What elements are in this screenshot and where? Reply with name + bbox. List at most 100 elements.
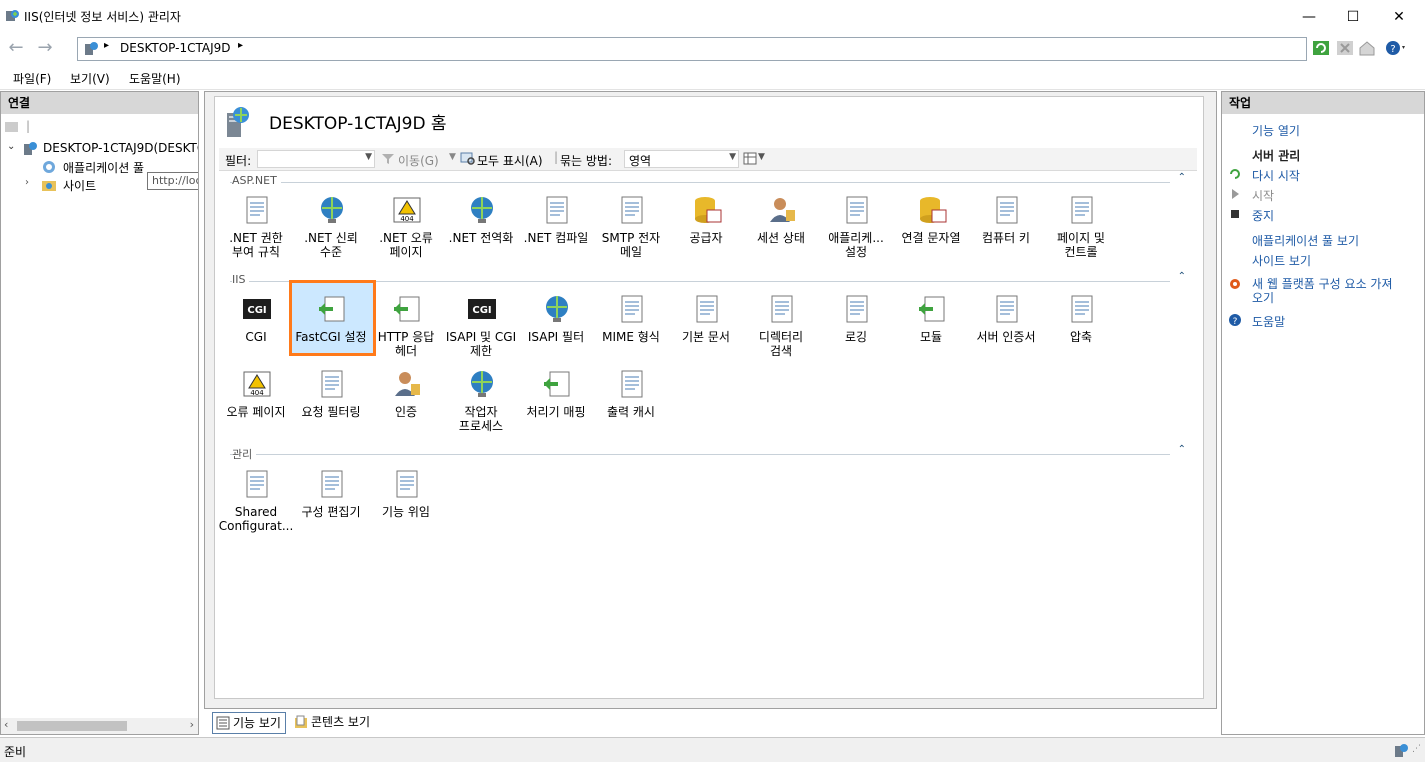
action-get-platform-line2[interactable]: 오기 — [1252, 289, 1274, 306]
chevron-down-icon[interactable]: ▼ — [729, 152, 736, 162]
feature-label: SMTP 전자 메일 — [590, 231, 672, 259]
action-open-feature[interactable]: 기능 열기 — [1252, 122, 1300, 139]
feature-tile[interactable]: FastCGI 설정 — [294, 289, 368, 361]
help-icon[interactable]: ? — [1385, 40, 1407, 56]
tab-content-view[interactable]: 콘텐츠 보기 — [291, 712, 370, 732]
tab-features-view[interactable]: 기능 보기 — [212, 712, 286, 734]
feature-label-line2: 프로세스 — [458, 419, 504, 433]
horizontal-scrollbar[interactable]: ‹ › — [1, 718, 198, 734]
feature-label-line2: 수준 — [319, 245, 343, 259]
go-dropdown-icon[interactable]: ▼ — [449, 152, 456, 162]
action-restart[interactable]: 다시 시작 — [1252, 167, 1300, 184]
feature-label-line1: 연결 문자열 — [901, 231, 961, 245]
group-by-value: 영역 — [629, 154, 652, 168]
breadcrumb-server[interactable]: DESKTOP-1CTAJ9D — [120, 41, 231, 55]
action-help[interactable]: 도움말 — [1252, 313, 1285, 330]
view-mode-icon[interactable] — [743, 152, 757, 165]
menu-file[interactable]: 파일(F) — [13, 70, 51, 87]
collapse-caret-icon[interactable]: ⌃ — [1178, 172, 1186, 183]
feature-tile[interactable]: .NET 전역화 — [444, 190, 518, 262]
feature-tile[interactable]: MIME 형식 — [594, 289, 668, 361]
stop-icon[interactable] — [1336, 40, 1354, 56]
feature-icon — [621, 196, 643, 224]
feature-label-line1: 오류 페이지 — [226, 405, 286, 419]
feature-label-line2: 검색 — [769, 344, 793, 358]
view-mode-dropdown-icon[interactable]: ▼ — [758, 152, 765, 162]
tree-collapse-icon[interactable]: ⌄ — [7, 141, 15, 152]
menu-help[interactable]: 도움말(H) — [129, 70, 181, 87]
tooltip: http://localhost — [147, 172, 198, 190]
feature-label-line1: CGI — [245, 330, 267, 344]
feature-tile[interactable]: 처리기 매핑 — [519, 364, 593, 436]
maximize-button[interactable]: ☐ — [1330, 0, 1376, 34]
feature-tile[interactable]: 모듈 — [894, 289, 968, 361]
tree-sites[interactable]: 사이트 — [63, 177, 96, 194]
feature-label: 출력 캐시 — [590, 405, 672, 419]
scrollbar-thumb[interactable] — [17, 721, 127, 731]
refresh-icon[interactable] — [1312, 40, 1330, 56]
feature-tile[interactable]: 페이지 및 컨트롤 — [1044, 190, 1118, 262]
home-icon[interactable] — [1358, 40, 1376, 56]
action-stop[interactable]: 중지 — [1252, 207, 1274, 224]
group-aspnet-label: ASP.NET — [232, 174, 281, 187]
close-button[interactable]: ✕ — [1376, 0, 1422, 34]
minimize-button[interactable]: — — [1286, 0, 1332, 34]
feature-tile[interactable]: 압축 — [1044, 289, 1118, 361]
feature-tile[interactable]: 요청 필터링 — [294, 364, 368, 436]
feature-tile[interactable]: 기본 문서 — [669, 289, 743, 361]
feature-label-line1: 작업자 — [464, 405, 498, 419]
tree-expand-icon[interactable]: › — [25, 177, 29, 188]
tree-app-pools[interactable]: 애플리케이션 풀 — [63, 159, 144, 176]
feature-icon — [695, 197, 722, 223]
feature-tile[interactable]: 출력 캐시 — [594, 364, 668, 436]
chevron-down-icon[interactable]: ▼ — [365, 152, 372, 162]
collapse-caret-icon[interactable]: ⌃ — [1178, 271, 1186, 282]
feature-tile[interactable]: 컴퓨터 키 — [969, 190, 1043, 262]
group-by-select[interactable]: 영역 ▼ — [624, 150, 739, 168]
action-view-app-pools[interactable]: 애플리케이션 풀 보기 — [1252, 232, 1359, 249]
feature-tile[interactable]: 작업자 프로세스 — [444, 364, 518, 436]
feature-tile[interactable]: Shared Configurat... — [219, 464, 293, 536]
feature-tile[interactable]: 디렉터리 검색 — [744, 289, 818, 361]
feature-tile[interactable]: CGI ISAPI 및 CGI 제한 — [444, 289, 518, 361]
filter-input[interactable]: ▼ — [257, 150, 375, 168]
feature-tile[interactable]: SMTP 전자 메일 — [594, 190, 668, 262]
breadcrumb-separator-end[interactable]: ▸ — [238, 40, 243, 51]
feature-icon — [996, 196, 1018, 224]
feature-tile[interactable]: 연결 문자열 — [894, 190, 968, 262]
menu-view[interactable]: 보기(V) — [70, 70, 110, 87]
status-bar: 준비 ⋰ — [0, 737, 1425, 762]
feature-tile[interactable]: .NET 컴파일 — [519, 190, 593, 262]
feature-tile[interactable]: .NET 권한 부여 규칙 — [219, 190, 293, 262]
feature-tile[interactable]: 애플리케... 설정 — [819, 190, 893, 262]
tab-features-label: 기능 보기 — [233, 716, 281, 730]
feature-tile[interactable]: 404 오류 페이지 — [219, 364, 293, 436]
feature-tile[interactable]: 세션 상태 — [744, 190, 818, 262]
features-view-icon — [216, 716, 230, 730]
feature-tile[interactable]: CGI CGI — [219, 289, 293, 361]
collapse-caret-icon[interactable]: ⌃ — [1178, 444, 1186, 455]
feature-label-line1: 디렉터리 — [758, 330, 804, 344]
go-button[interactable]: 이동(G) — [398, 152, 439, 169]
forward-arrow-icon[interactable]: → — [33, 38, 57, 60]
feature-tile[interactable]: 서버 인증서 — [969, 289, 1043, 361]
feature-tile[interactable]: 기능 위임 — [369, 464, 443, 536]
feature-tile[interactable]: 로깅 — [819, 289, 893, 361]
back-arrow-icon[interactable]: ← — [4, 38, 28, 60]
feature-tile[interactable]: ISAPI 필터 — [519, 289, 593, 361]
scroll-right-icon[interactable]: › — [190, 718, 194, 731]
feature-tile[interactable]: 404 .NET 오류 페이지 — [369, 190, 443, 262]
feature-tile[interactable]: 인증 — [369, 364, 443, 436]
address-bar[interactable]: ▸ DESKTOP-1CTAJ9D ▸ — [77, 37, 1307, 61]
feature-tile[interactable]: 구성 편집기 — [294, 464, 368, 536]
feature-tile[interactable]: .NET 신뢰 수준 — [294, 190, 368, 262]
show-all-button[interactable]: 모두 표시(A) — [477, 152, 543, 169]
tree-server-node[interactable]: DESKTOP-1CTAJ9D(DESKTOP-1CTAJ9D\user) — [43, 141, 198, 155]
action-view-sites[interactable]: 사이트 보기 — [1252, 252, 1311, 269]
feature-tile[interactable]: HTTP 응답 헤더 — [369, 289, 443, 361]
feature-tile[interactable]: 공급자 — [669, 190, 743, 262]
scroll-left-icon[interactable]: ‹ — [4, 718, 8, 731]
connect-icon[interactable] — [4, 119, 20, 133]
action-start[interactable]: 시작 — [1252, 187, 1274, 204]
resize-grip-icon[interactable]: ⋰ — [1412, 744, 1421, 754]
